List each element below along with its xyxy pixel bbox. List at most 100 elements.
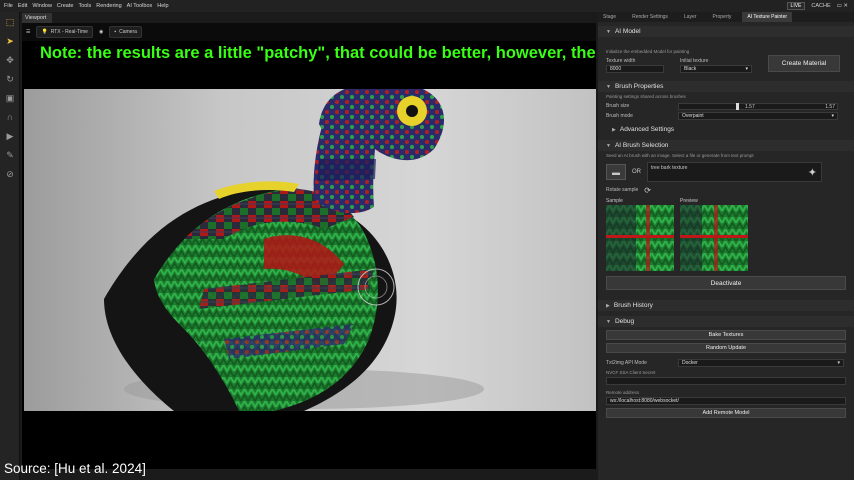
initial-texture-label: Initial texture xyxy=(680,58,709,64)
menu-help[interactable]: Help xyxy=(157,3,168,9)
deactivate-button[interactable]: Deactivate xyxy=(606,276,846,290)
brush-size-label: Brush size xyxy=(606,103,630,109)
source-caption: Source: [Hu et al. 2024] xyxy=(4,461,146,476)
window-controls-icon[interactable]: ▭ ✕ xyxy=(837,3,848,9)
paint-brush-icon[interactable]: ✎ xyxy=(3,148,17,162)
collapse-triangle-icon: ▼ xyxy=(606,318,611,325)
menu-bar: File Edit Window Create Tools Rendering … xyxy=(0,0,854,12)
chevron-down-icon: ▾ xyxy=(745,66,748,72)
section-brush-properties[interactable]: ▼ Brush Properties xyxy=(598,81,854,92)
camera-button[interactable]: ▪ Camera xyxy=(109,26,142,38)
tab-property[interactable]: Property xyxy=(707,12,736,22)
chevron-down-icon: ▾ xyxy=(837,360,840,366)
camera-label: Camera xyxy=(119,29,137,35)
section-ai-model[interactable]: ▼ AI Model xyxy=(598,26,854,37)
tab-layer[interactable]: Layer xyxy=(679,12,702,22)
api-mode-row: Txt2img API Mode Docker ▾ xyxy=(598,358,854,368)
section-ai-model-title: AI Model xyxy=(614,28,641,35)
section-brush-history[interactable]: ▶ Brush History xyxy=(598,300,854,311)
menu-edit[interactable]: Edit xyxy=(18,3,27,9)
add-remote-model-button[interactable]: Add Remote Model xyxy=(606,408,846,418)
text-prompt-input[interactable]: tree bark texture ✦ xyxy=(647,162,822,182)
texture-width-label: Texture width xyxy=(606,58,636,64)
eye-icon[interactable]: ◉ xyxy=(99,29,103,35)
magic-wand-icon[interactable]: ✦ xyxy=(808,166,817,179)
settings-icon[interactable]: ☰ xyxy=(26,29,30,35)
brush-mode-value: Overpaint xyxy=(682,113,704,119)
api-mode-value: Docker xyxy=(682,360,698,366)
ai-brush-selection-title: AI Brush Selection xyxy=(614,142,669,149)
rendered-scene[interactable] xyxy=(24,89,596,411)
scale-tool-icon[interactable]: ▣ xyxy=(3,91,17,105)
expand-triangle-icon: ▶ xyxy=(606,302,610,309)
folder-icon[interactable]: ▬ xyxy=(606,164,626,180)
left-toolbar: ⬚ ➤ ✥ ↻ ▣ ∩ ▶ ✎ ⊘ xyxy=(0,12,20,480)
select-tool-icon[interactable]: ⬚ xyxy=(3,15,17,29)
menu-file[interactable]: File xyxy=(4,3,13,9)
pointer-tool-icon[interactable]: ➤ xyxy=(3,34,17,48)
menu-rendering[interactable]: Rendering xyxy=(96,3,121,9)
painted-bird-model xyxy=(104,89,484,411)
section-ai-brush-selection[interactable]: ▼ AI Brush Selection xyxy=(598,140,854,151)
remote-address-label: Remote address xyxy=(606,390,640,395)
viewport-tab[interactable]: Viewport xyxy=(22,13,52,23)
property-panel: Stage Render Settings Layer Property AI … xyxy=(598,12,854,480)
initial-texture-select[interactable]: Black ▾ xyxy=(680,65,752,73)
brush-size-max: 1.57 xyxy=(825,103,835,110)
renderer-button[interactable]: 💡 RTX - Real-Time xyxy=(36,26,93,38)
brush-size-row: Brush size 1.57 1.57 xyxy=(598,101,854,111)
tab-render-settings[interactable]: Render Settings xyxy=(627,12,673,22)
viewport-toolbar: ☰ 💡 RTX - Real-Time ◉ ▪ Camera xyxy=(22,23,596,41)
brush-hint: Painting settings shared across brushes xyxy=(606,94,686,99)
cache-label[interactable]: CACHE xyxy=(811,3,830,9)
live-badge[interactable]: LIVE xyxy=(786,2,806,10)
chevron-down-icon: ▾ xyxy=(831,113,834,119)
sample-image[interactable] xyxy=(606,205,674,271)
bake-textures-button[interactable]: Bake Textures xyxy=(606,330,846,340)
api-mode-label: Txt2img API Mode xyxy=(606,360,647,366)
menu-create[interactable]: Create xyxy=(57,3,74,9)
section-advanced-settings[interactable]: ▶ Advanced Settings xyxy=(598,124,854,135)
expand-triangle-icon: ▶ xyxy=(612,126,616,133)
panel-tabs: Stage Render Settings Layer Property AI … xyxy=(598,12,854,22)
collapse-triangle-icon: ▼ xyxy=(606,142,611,149)
or-label: OR xyxy=(632,169,641,175)
brush-size-slider[interactable]: 1.57 1.57 xyxy=(678,102,838,110)
tab-stage[interactable]: Stage xyxy=(598,12,621,22)
sample-label: Sample xyxy=(606,198,623,204)
preview-label: Preview xyxy=(680,198,698,204)
play-icon[interactable]: ▶ xyxy=(3,129,17,143)
nvcf-secret-label: NVCF SSA Client Secret xyxy=(606,370,656,375)
brush-mode-select[interactable]: Overpaint ▾ xyxy=(678,112,838,120)
api-mode-select[interactable]: Docker ▾ xyxy=(678,359,844,367)
rotate-sample-label: Rotate sample xyxy=(606,187,639,193)
renderer-label: RTX - Real-Time xyxy=(50,29,88,35)
collapse-triangle-icon: ▼ xyxy=(606,28,611,35)
create-material-button[interactable]: Create Material xyxy=(768,55,840,72)
debug-title: Debug xyxy=(614,318,635,325)
remote-address-field[interactable]: ws://localhost:8080/websocket/ xyxy=(606,397,846,405)
random-update-button[interactable]: Random Update xyxy=(606,343,846,353)
text-prompt-value: tree bark texture xyxy=(651,165,688,171)
texture-width-field[interactable]: 8000 xyxy=(606,65,664,73)
camera-icon: ▪ xyxy=(114,29,117,35)
rotate-icon[interactable]: ⟳ xyxy=(644,186,651,195)
preview-image xyxy=(680,205,748,271)
tab-ai-texture-painter[interactable]: AI Texture Painter xyxy=(742,12,793,22)
slider-handle[interactable] xyxy=(736,102,740,110)
brush-mode-label: Brush mode xyxy=(606,113,633,119)
menu-tools[interactable]: Tools xyxy=(78,3,91,9)
nvcf-secret-field[interactable] xyxy=(606,377,846,385)
section-brush-title: Brush Properties xyxy=(614,83,664,90)
eraser-icon[interactable]: ⊘ xyxy=(3,167,17,181)
collapse-triangle-icon: ▼ xyxy=(606,83,611,90)
ai-brush-hint: Seed an AI brush with an image. Select a… xyxy=(606,153,754,158)
light-bulb-icon: 💡 xyxy=(41,29,48,35)
section-debug[interactable]: ▼ Debug xyxy=(598,316,854,327)
move-tool-icon[interactable]: ✥ xyxy=(3,53,17,67)
menu-ai-toolbox[interactable]: AI Toolbox xyxy=(127,3,153,9)
viewport[interactable]: ☰ 💡 RTX - Real-Time ◉ ▪ Camera xyxy=(22,23,596,469)
magnet-tool-icon[interactable]: ∩ xyxy=(3,110,17,124)
rotate-tool-icon[interactable]: ↻ xyxy=(3,72,17,86)
menu-window[interactable]: Window xyxy=(32,3,52,9)
